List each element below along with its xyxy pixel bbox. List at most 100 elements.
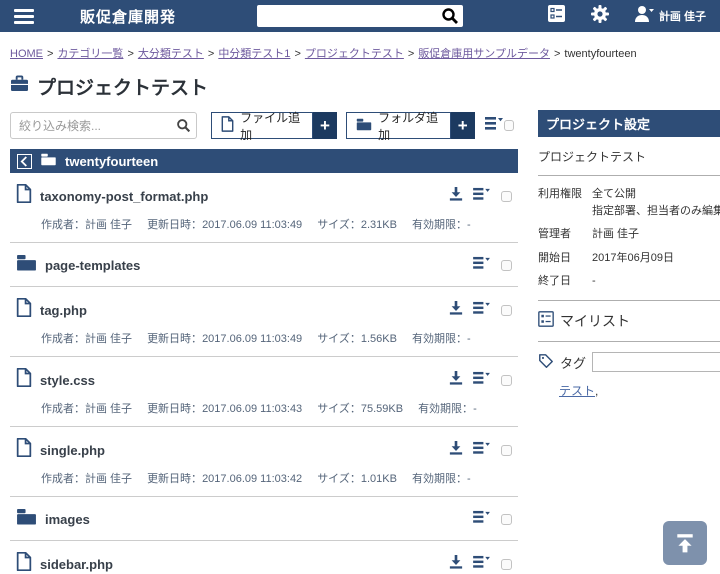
list-item[interactable]: page-templates 作成者：	[10, 243, 518, 287]
item-name[interactable]: taxonomy-post_format.php	[40, 189, 208, 204]
creator-label: 作成者：	[41, 333, 85, 345]
creator-label: 作成者：	[41, 219, 85, 231]
row-checkbox[interactable]	[501, 513, 512, 525]
breadcrumb-link[interactable]: 大分類テスト	[138, 48, 204, 60]
app-title[interactable]: 販促倉庫開発	[80, 6, 176, 27]
field-label: 開始日	[538, 251, 571, 264]
item-name[interactable]: images	[45, 512, 90, 527]
filter-search-input[interactable]	[10, 112, 198, 139]
item-name[interactable]: sidebar.php	[40, 557, 113, 572]
row-menu-icon[interactable]	[473, 555, 491, 574]
field-value: 計画 佳子	[592, 228, 640, 240]
filter-search	[10, 112, 198, 139]
expiry-label: 有効期限：	[411, 333, 467, 345]
checklist-icon[interactable]	[547, 4, 566, 28]
breadcrumb: HOME > カテゴリ一覧 > 大分類テスト > 中分類テスト1 > プロジェクトテスト > 販促倉…	[0, 32, 720, 61]
download-icon[interactable]	[449, 300, 463, 320]
breadcrumb-link[interactable]: カテゴリ一覧	[57, 48, 123, 60]
updated-label: 更新日時：	[147, 403, 203, 415]
add-file-button[interactable]: ファイル追加 +	[211, 111, 338, 142]
user-icon	[634, 5, 654, 28]
back-button[interactable]	[17, 153, 32, 169]
scroll-to-top-button[interactable]	[663, 521, 707, 565]
size-value: 1.01KB	[360, 473, 397, 485]
project-field-row: 利用権限 全て公開 指定部署、担当者のみ編集可能	[538, 186, 720, 219]
download-icon[interactable]	[449, 440, 463, 460]
tag-trailing: ,	[595, 383, 599, 398]
size-label: サイズ：	[317, 403, 361, 415]
list-item[interactable]: images 作成者： 更新日時：	[10, 497, 518, 541]
breadcrumb-link[interactable]: 販促倉庫用サンプルデータ	[418, 48, 550, 60]
global-search-input[interactable]	[257, 5, 463, 27]
item-name[interactable]: tag.php	[40, 303, 87, 318]
list-item[interactable]: style.css 作成者：計画 佳子 更新日時：2017.06.09 11:0…	[10, 357, 518, 427]
row-menu-icon[interactable]	[473, 187, 491, 206]
file-icon	[16, 367, 32, 392]
mylist-label: マイリスト	[560, 312, 630, 329]
row-checkbox[interactable]	[501, 374, 512, 386]
row-checkbox[interactable]	[501, 190, 512, 202]
tag-icon	[538, 353, 554, 372]
size-label: サイズ：	[317, 219, 361, 231]
file-icon	[16, 551, 32, 574]
hamburger-menu-icon[interactable]	[14, 8, 34, 24]
search-icon[interactable]	[441, 7, 459, 30]
breadcrumb-link[interactable]: HOME	[10, 48, 43, 60]
project-settings-header: プロジェクト設定	[538, 110, 720, 137]
field-value: 2017年06月09日	[592, 251, 674, 264]
size-label: サイズ：	[317, 473, 361, 485]
download-icon[interactable]	[449, 186, 463, 206]
divider	[538, 340, 720, 342]
divider	[538, 299, 720, 301]
row-menu-icon[interactable]	[473, 256, 491, 275]
project-name: プロジェクトテスト	[538, 150, 647, 164]
size-label: サイズ：	[317, 333, 361, 345]
item-name[interactable]: style.css	[40, 373, 95, 388]
row-checkbox[interactable]	[501, 304, 512, 316]
page-title: プロジェクトテスト	[0, 61, 720, 100]
list-item[interactable]: single.php 作成者：計画 佳子 更新日時：2017.06.09 11:…	[10, 427, 518, 497]
row-menu-icon[interactable]	[473, 510, 491, 529]
folder-icon	[16, 508, 37, 530]
file-toolbar: ファイル追加 + フォルダ追加 +	[10, 111, 518, 142]
size-value: 1.56KB	[360, 333, 397, 345]
tag-row: タグ +	[538, 352, 720, 373]
breadcrumb-separator: >	[407, 48, 415, 60]
item-name[interactable]: page-templates	[45, 258, 140, 273]
file-icon	[16, 437, 32, 462]
row-checkbox[interactable]	[501, 558, 512, 570]
download-icon[interactable]	[449, 370, 463, 390]
expiry-label: 有効期限：	[418, 403, 474, 415]
project-field-row: 終了日 -	[538, 273, 720, 290]
creator-label: 作成者：	[41, 403, 85, 415]
mylist-row: マイリスト	[538, 311, 720, 331]
tag-input[interactable]	[592, 352, 720, 372]
breadcrumb-link[interactable]: 中分類テスト1	[218, 48, 290, 60]
add-folder-plus-icon[interactable]: +	[450, 112, 475, 139]
item-meta: 作成者：計画 佳子 更新日時：2017.06.09 11:03:43 サイズ：7…	[41, 400, 512, 416]
toolbar-menu-icon[interactable]	[484, 116, 504, 136]
field-value: 全て公開	[592, 188, 636, 200]
row-checkbox[interactable]	[501, 259, 512, 271]
breadcrumb-link[interactable]: プロジェクトテスト	[305, 48, 404, 60]
select-all-checkbox[interactable]	[503, 120, 514, 131]
list-item[interactable]: taxonomy-post_format.php 作成者：計画 佳子 更新日時：…	[10, 173, 518, 243]
user-menu[interactable]: 計画 佳子	[634, 5, 706, 28]
row-menu-icon[interactable]	[473, 371, 491, 390]
breadcrumb-separator: >	[207, 48, 215, 60]
list-item[interactable]: sidebar.php 作成者：計画 佳子	[10, 541, 518, 574]
list-item[interactable]: tag.php 作成者：計画 佳子 更新日時：2017.06.09 11:03:…	[10, 287, 518, 357]
gear-icon[interactable]	[590, 4, 610, 29]
breadcrumb-separator: >	[47, 48, 54, 60]
download-icon[interactable]	[449, 554, 463, 574]
filter-search-icon[interactable]	[176, 118, 191, 138]
row-menu-icon[interactable]	[473, 301, 491, 320]
add-file-plus-icon[interactable]: +	[312, 112, 338, 139]
breadcrumb-separator: >	[553, 48, 561, 60]
current-folder-header: twentyfourteen	[10, 149, 518, 173]
tag-link[interactable]: テスト	[559, 384, 595, 398]
add-folder-button[interactable]: フォルダ追加 +	[346, 111, 475, 142]
item-name[interactable]: single.php	[40, 443, 105, 458]
row-menu-icon[interactable]	[473, 441, 491, 460]
row-checkbox[interactable]	[501, 444, 512, 456]
